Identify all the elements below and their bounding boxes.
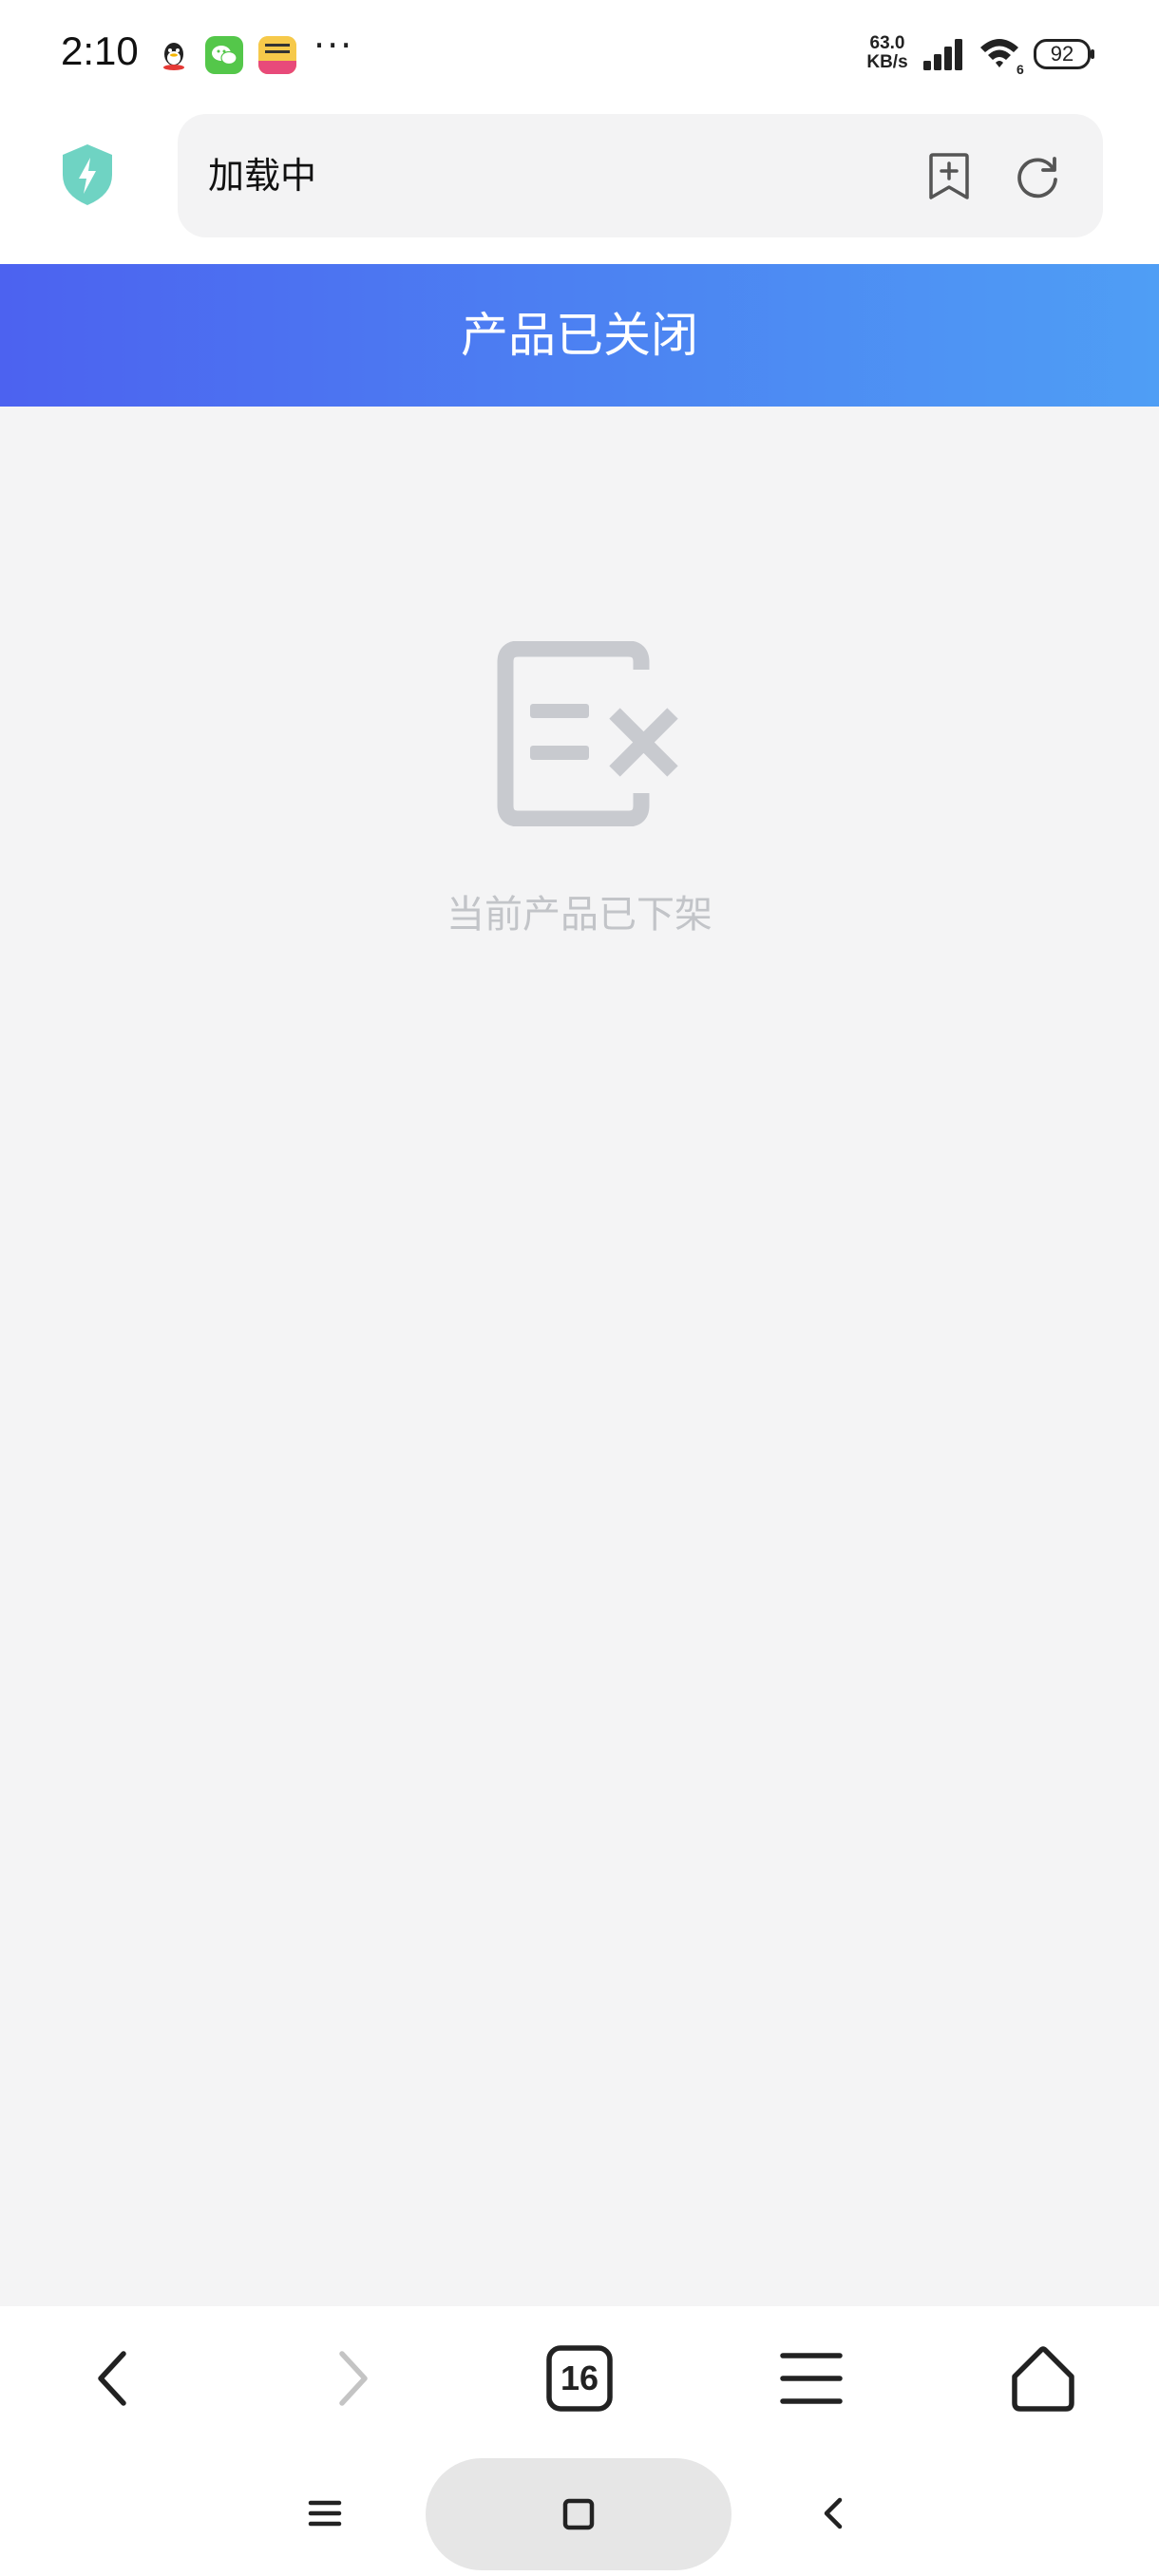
system-navigation-bar xyxy=(0,2449,1159,2576)
system-back-icon[interactable] xyxy=(815,2494,853,2532)
recent-apps-icon[interactable] xyxy=(306,2494,344,2532)
more-notifications-icon: ··· xyxy=(314,25,354,66)
network-speed-value: 63.0 xyxy=(869,33,905,53)
tabs-count[interactable]: 16 xyxy=(542,2340,618,2416)
menu-icon[interactable] xyxy=(773,2340,849,2416)
status-time: 2:10 xyxy=(61,28,139,73)
status-bar: 2:10 ··· 63.0 KB/s 6 92 xyxy=(0,0,1159,104)
security-shield-icon[interactable] xyxy=(59,142,116,207)
browser-bottom-toolbar: 16 xyxy=(0,2306,1159,2449)
refresh-icon[interactable] xyxy=(1014,152,1061,199)
home-icon[interactable] xyxy=(1005,2340,1081,2416)
tabs-button[interactable]: 16 xyxy=(542,2340,618,2416)
address-text[interactable]: 加载中 xyxy=(208,114,316,237)
wifi-icon: 6 xyxy=(980,39,1024,76)
battery-level: 92 xyxy=(1050,42,1074,66)
signal-icon xyxy=(923,39,962,70)
network-speed: 63.0 KB/s xyxy=(861,34,914,72)
network-speed-unit: KB/s xyxy=(866,52,908,72)
qq-icon xyxy=(155,36,193,74)
page-header: 产品已关闭 xyxy=(0,264,1159,407)
browser-top-bar: 加载中 xyxy=(0,104,1159,264)
page-title: 产品已关闭 xyxy=(461,308,698,363)
forward-icon[interactable] xyxy=(312,2340,388,2416)
browser-screen: 2:10 ··· 63.0 KB/s 6 92 加载中 产品已关闭 当前产品已下… xyxy=(0,0,1159,2576)
meituan-icon xyxy=(258,36,296,74)
empty-message: 当前产品已下架 xyxy=(446,893,712,937)
system-home-button[interactable] xyxy=(426,2458,732,2570)
wifi-badge: 6 xyxy=(1016,62,1024,76)
battery-icon: 92 xyxy=(1034,39,1096,69)
product-removed-icon xyxy=(497,641,678,826)
address-bar[interactable]: 加载中 xyxy=(178,114,1103,237)
add-bookmark-icon[interactable] xyxy=(925,152,973,201)
wechat-icon xyxy=(205,36,243,74)
system-home-icon[interactable] xyxy=(561,2497,596,2531)
back-icon[interactable] xyxy=(78,2340,154,2416)
